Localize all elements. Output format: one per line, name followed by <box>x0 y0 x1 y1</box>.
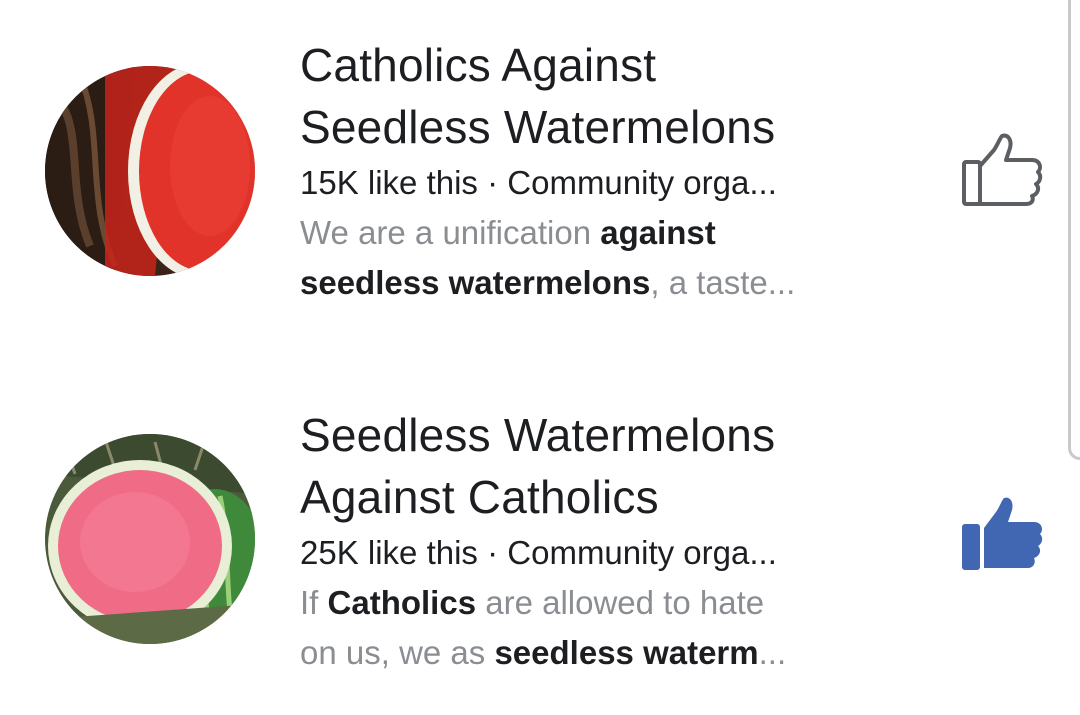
page-description: If Catholics are allowed to hate on us, … <box>300 578 940 678</box>
description-line: seedless watermelons, a taste... <box>300 264 796 301</box>
meta-separator: · <box>477 164 508 201</box>
like-count: 15K like this <box>300 164 478 201</box>
page-meta: 15K like this · Community orga... <box>300 158 940 208</box>
like-count: 25K like this <box>300 534 478 571</box>
page-category: Community orga... <box>507 534 777 571</box>
page-category: Community orga... <box>507 164 777 201</box>
page-avatar[interactable] <box>45 434 255 644</box>
thumbs-up-outline-icon <box>950 132 1050 212</box>
page-title[interactable]: Catholics Against Seedless Watermelons <box>300 34 940 158</box>
page-description: We are a unification against seedless wa… <box>300 208 940 308</box>
search-result-item[interactable]: Catholics Against Seedless Watermelons 1… <box>0 0 1060 340</box>
thumbs-up-filled-icon <box>950 496 1050 576</box>
meta-separator: · <box>477 534 508 571</box>
result-text: Seedless Watermelons Against Catholics 2… <box>300 404 940 678</box>
like-button[interactable] <box>950 132 1050 212</box>
description-line: on us, we as seedless waterm... <box>300 634 787 671</box>
search-result-item[interactable]: Seedless Watermelons Against Catholics 2… <box>0 380 1060 715</box>
page-meta: 25K like this · Community orga... <box>300 528 940 578</box>
description-line: If Catholics are allowed to hate <box>300 584 765 621</box>
page-avatar[interactable] <box>45 66 255 276</box>
page-title[interactable]: Seedless Watermelons Against Catholics <box>300 404 940 528</box>
description-line: We are a unification against <box>300 214 716 251</box>
result-text: Catholics Against Seedless Watermelons 1… <box>300 34 940 308</box>
like-button[interactable] <box>950 496 1050 576</box>
scrollbar[interactable] <box>1068 0 1080 460</box>
